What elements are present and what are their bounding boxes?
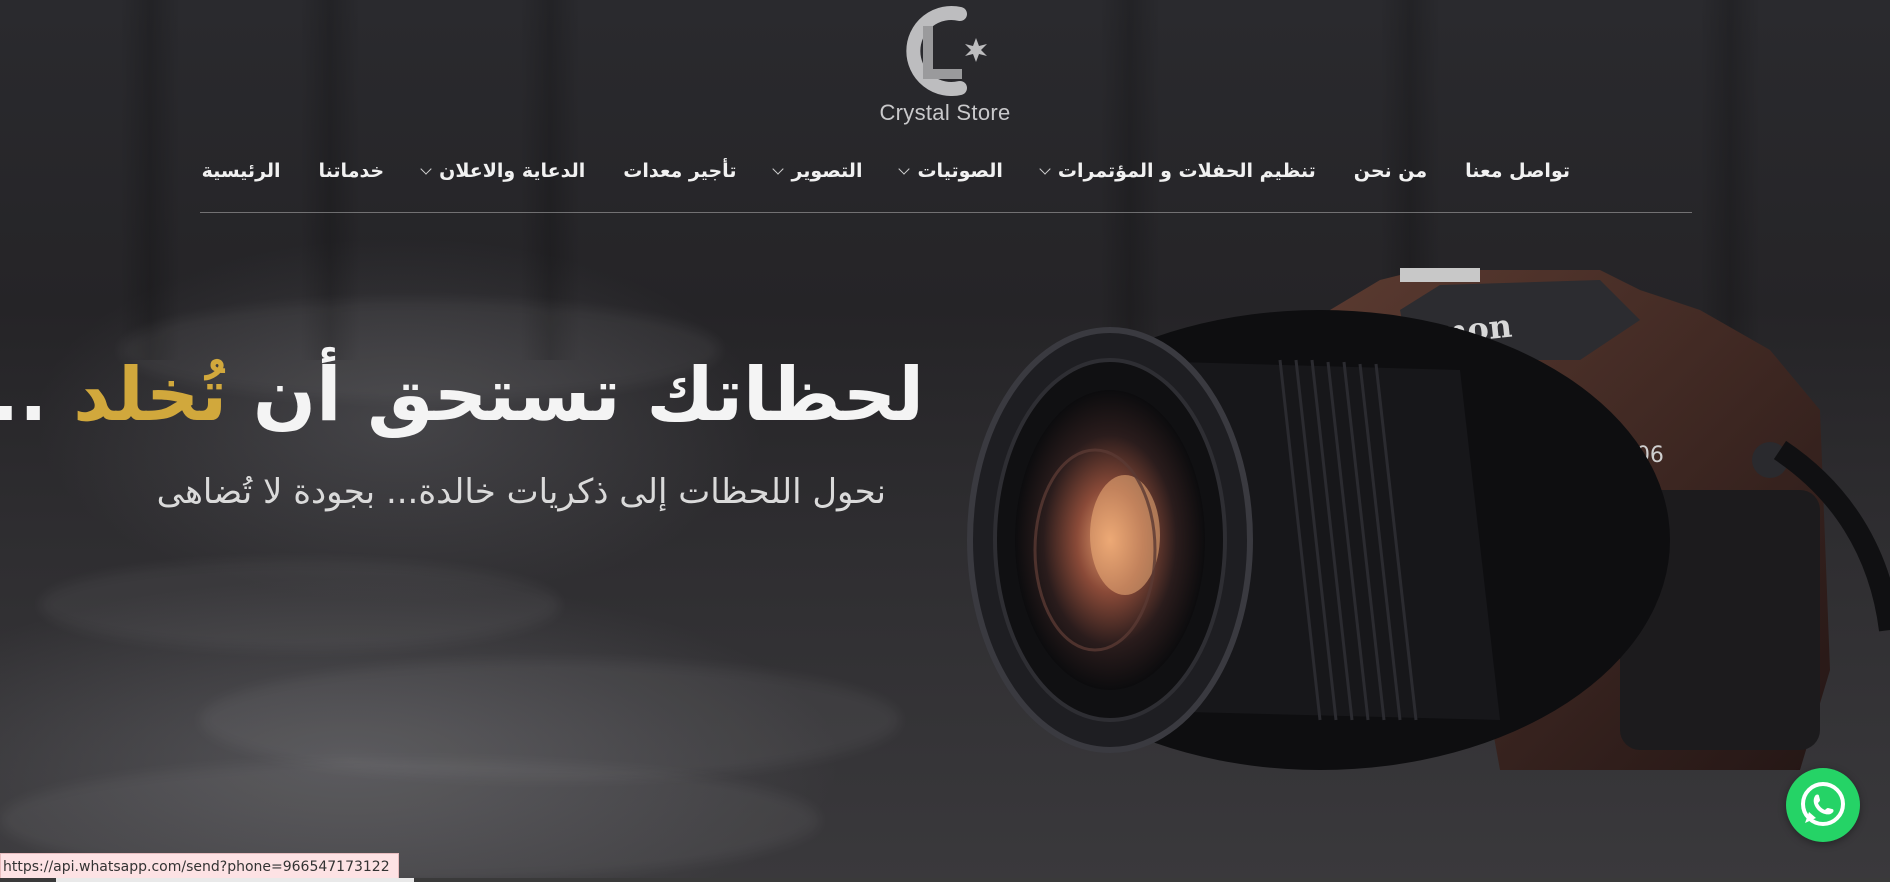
chevron-down-icon [1039,163,1051,175]
chevron-down-icon [420,163,432,175]
nav-item-label: تواصل معنا [1465,160,1570,182]
nav-item-events[interactable]: تنظيم الحفلات و المؤتمرات [1039,160,1316,182]
nav-item-label: خدماتنا [318,160,385,182]
camera-image: Cmon -06 [967,268,1890,770]
nav-item-label: الدعاية والاعلان [439,160,586,182]
nav-item-services[interactable]: خدماتنا [319,160,385,182]
headline-text: لحظاتك تستحق أن [227,352,924,438]
whatsapp-icon [1801,782,1845,826]
nav-item-advertising[interactable]: الدعاية والاعلان [420,160,586,182]
nav-list: الرئيسية خدماتنا الدعاية والاعلان تأجير … [202,160,1570,182]
nav-item-audio[interactable]: الصوتيات [898,160,1003,182]
nav-item-label: من نحن [1353,160,1428,182]
nav-item-about[interactable]: من نحن [1354,160,1427,182]
nav-item-equipment-rental[interactable]: تأجير معدات [623,160,736,182]
nav-item-home[interactable]: الرئيسية [202,160,281,182]
chevron-down-icon [898,163,911,175]
nav-item-label: تنظيم الحفلات و المؤتمرات [1057,160,1316,182]
nav-item-label: تأجير معدات [623,160,737,182]
hero-headline: لحظاتك تستحق أن تُخلد ... [0,352,924,438]
hero-subtitle: نحول اللحظات إلى ذكريات خالدة... بجودة ل… [156,472,886,512]
chevron-down-icon [772,163,785,175]
nav-item-photography[interactable]: التصوير [772,160,863,182]
main-navigation: الرئيسية خدماتنا الدعاية والاعلان تأجير … [200,150,1692,213]
crystal-store-logo-icon [906,6,987,96]
nav-item-label: الرئيسية [201,160,281,182]
site-logo[interactable]: Crystal Store [874,4,1016,125]
bottom-scroll-bar [0,878,1890,882]
nav-item-label: الصوتيات [917,160,1003,182]
status-bar-url: https://api.whatsapp.com/send?phone=9665… [0,853,399,881]
brand-name: Crystal Store [879,100,1011,125]
nav-item-label: التصوير [791,160,863,182]
headline-ellipsis: ... [0,352,48,438]
headline-highlight: تُخلد [73,352,228,438]
nav-item-contact[interactable]: تواصل معنا [1465,160,1570,182]
whatsapp-button[interactable] [1786,768,1860,842]
